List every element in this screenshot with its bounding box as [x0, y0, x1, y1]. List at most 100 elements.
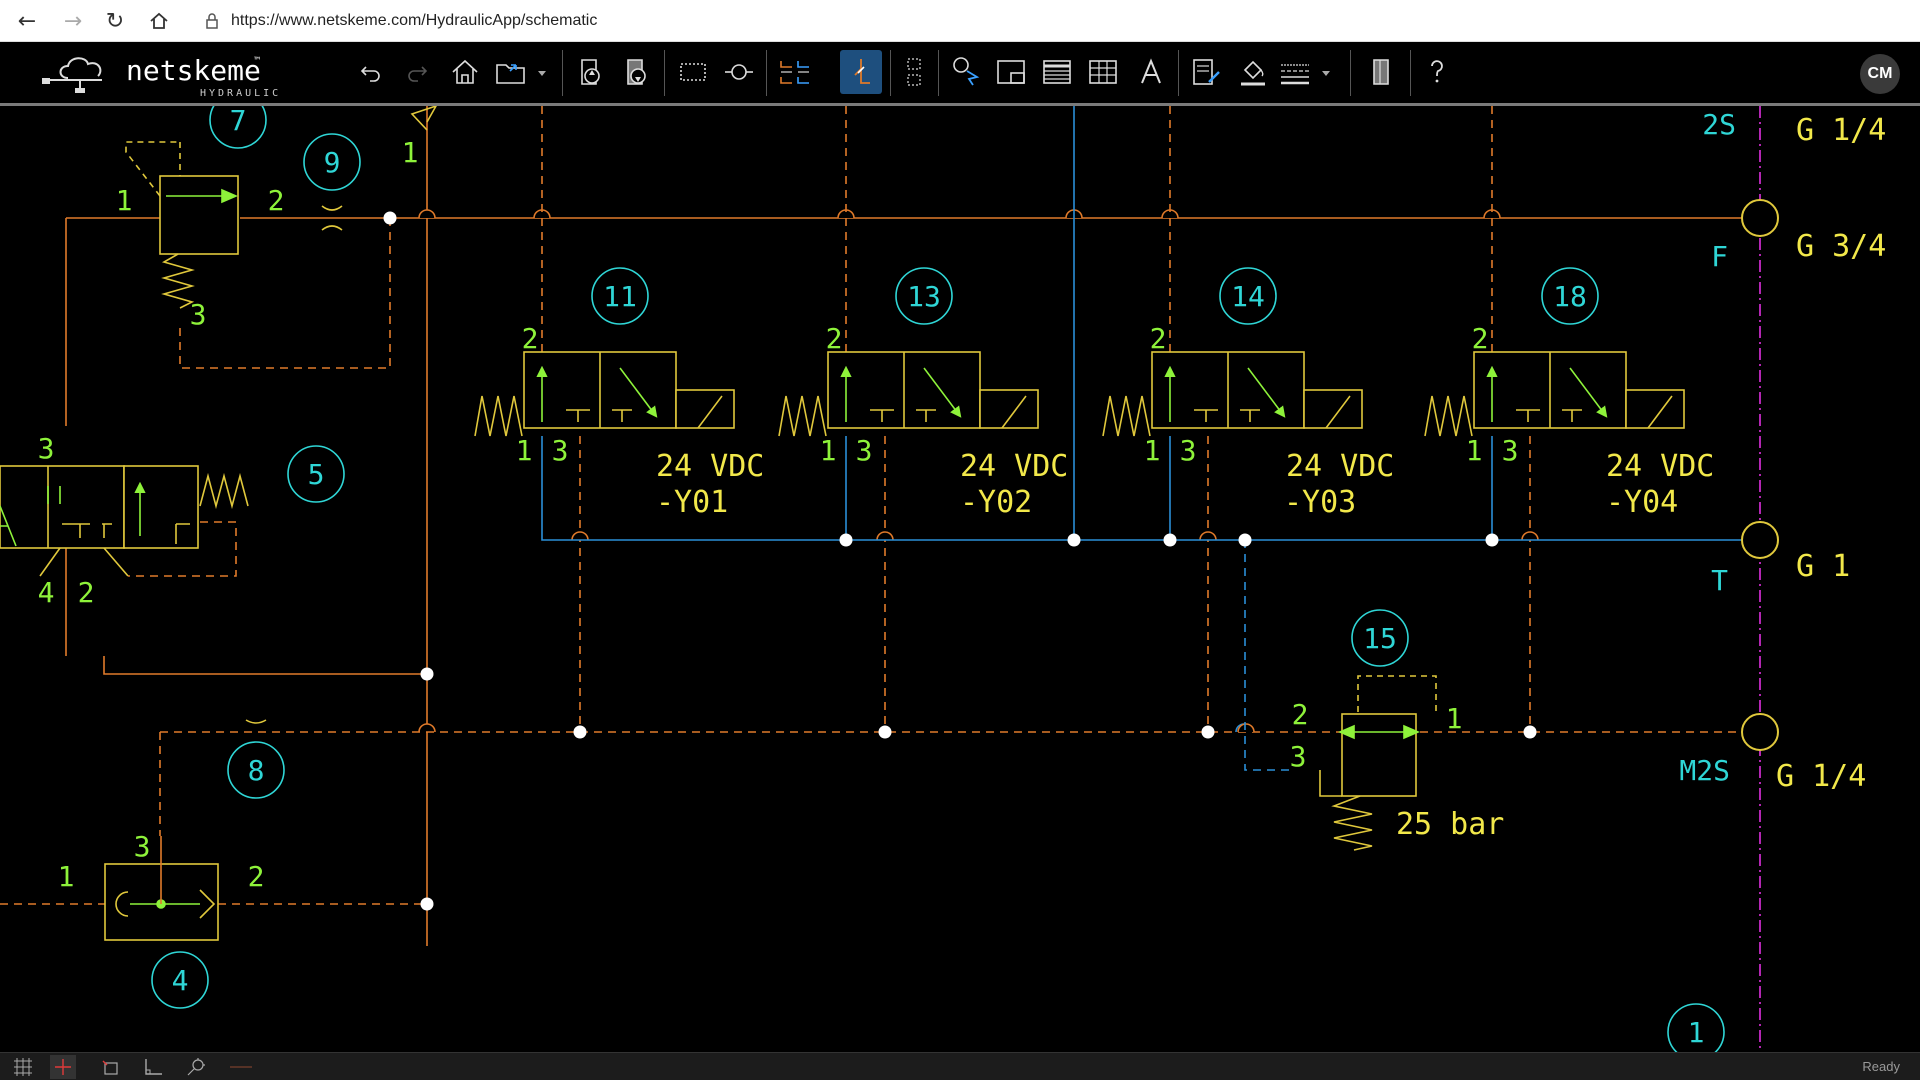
open-file-dropdown[interactable] [492, 50, 552, 94]
port-number: 3 [190, 298, 207, 331]
line-label-ls: 2S [1702, 108, 1736, 141]
fill-color-button[interactable] [1232, 50, 1274, 94]
solenoid-valve-18[interactable] [1424, 351, 1685, 437]
group-button[interactable] [894, 50, 936, 94]
port-number: 3 [134, 830, 151, 863]
solenoid-tag-icon [953, 57, 980, 86]
toolbar-separator [890, 50, 891, 96]
line-label-m2s: M2S [1679, 754, 1730, 787]
redo-button[interactable] [396, 50, 438, 94]
shuttle-valve-4[interactable] [104, 836, 219, 941]
draw-line-button[interactable] [840, 50, 882, 94]
port-number: 1 [116, 184, 133, 217]
schematic-canvas[interactable]: 7 9 5 8 4 11 13 14 18 15 1 1 1 2 3 3 4 2… [0, 91, 1920, 1080]
voltage-label-y03: 24 VDC [1286, 449, 1394, 484]
insert-frame-button[interactable] [990, 50, 1032, 94]
port-number: 4 [38, 576, 55, 609]
line-weight-toggle-button[interactable] [228, 1055, 254, 1079]
orifice-8[interactable] [245, 719, 267, 724]
schematic-drawing[interactable]: 7 9 5 8 4 11 13 14 18 15 1 1 1 2 3 3 4 2… [0, 91, 1920, 1080]
help-button[interactable] [1416, 50, 1458, 94]
text-a-icon [1141, 58, 1161, 84]
ortho-toggle-button[interactable] [140, 1055, 166, 1079]
valve-7[interactable] [125, 141, 239, 309]
undo-icon [360, 66, 380, 82]
line-label-f: F [1711, 240, 1728, 273]
port-size-labels: G 1/4 G 3/4 G 1 G 1/4 [1776, 113, 1886, 794]
line-type-icon [1281, 64, 1330, 85]
tag-8[interactable]: 8 [248, 754, 265, 787]
parts-list-button[interactable] [1036, 50, 1078, 94]
grid-toggle-button[interactable] [10, 1055, 36, 1079]
forward-icon[interactable]: → [58, 6, 88, 36]
select-area-button[interactable] [672, 50, 714, 94]
parts-list-icon [1043, 60, 1071, 84]
tag-18[interactable]: 18 [1553, 280, 1587, 313]
insert-port-button[interactable] [718, 50, 760, 94]
tracking-toggle-button[interactable] [184, 1055, 210, 1079]
valve-5[interactable] [0, 465, 249, 577]
tag-1[interactable]: 1 [1688, 1016, 1705, 1049]
text-tool-button[interactable] [1130, 50, 1172, 94]
snap-crosshair-icon [55, 1059, 71, 1075]
tag-9[interactable]: 9 [324, 146, 341, 179]
voltage-label-y02: 24 VDC [960, 449, 1068, 484]
port-number: 3 [38, 432, 55, 465]
port-number: 3 [552, 434, 569, 467]
home-icon[interactable] [144, 6, 174, 36]
port-number: 3 [856, 434, 873, 467]
coil-label-y02: -Y02 [960, 485, 1032, 520]
port-number: 1 [1144, 434, 1161, 467]
brand-name: netskeme [126, 54, 261, 87]
tag-15[interactable]: 15 [1363, 622, 1397, 655]
tag-4[interactable]: 4 [172, 964, 189, 997]
manifold-button[interactable] [1360, 50, 1402, 94]
coil-label-y04: -Y04 [1606, 485, 1678, 520]
paint-bucket-icon [1241, 60, 1265, 86]
reload-icon[interactable]: ↻ [100, 6, 130, 36]
object-snap-button[interactable] [98, 1055, 124, 1079]
tag-labels: 7 9 5 8 4 11 13 14 18 15 1 [172, 104, 1705, 1049]
help-question-icon [1431, 60, 1443, 83]
back-icon[interactable]: ← [12, 6, 42, 36]
pressure-lines [65, 106, 1760, 946]
tag-14[interactable]: 14 [1231, 280, 1265, 313]
port-size-m2s: G 1/4 [1776, 759, 1866, 794]
user-avatar[interactable]: CM [1860, 54, 1900, 94]
port-f[interactable] [1741, 199, 1779, 237]
status-text: Ready [1862, 1059, 1900, 1074]
toolbar-separator [664, 50, 665, 96]
object-snap-icon [102, 1060, 118, 1075]
insert-solenoid-button[interactable] [944, 50, 986, 94]
coil-labels: 24 VDC -Y01 24 VDC -Y02 24 VDC -Y03 24 V… [656, 449, 1714, 842]
url-text: https://www.netskeme.com/HydraulicApp/sc… [231, 12, 598, 29]
solenoid-valve-13[interactable] [778, 351, 1039, 437]
edit-properties-button[interactable] [1186, 50, 1228, 94]
port-number: 2 [248, 860, 265, 893]
browser-bar: ← → ↻ https://www.netskeme.com/Hydraulic… [0, 0, 1920, 42]
voltage-label-y01: 24 VDC [656, 449, 764, 484]
snap-toggle-button[interactable] [50, 1055, 76, 1079]
logo-mark-icon [42, 57, 102, 93]
tag-11[interactable]: 11 [603, 280, 637, 313]
solenoid-valve-14[interactable] [1102, 351, 1363, 437]
toolbar-separator [1410, 50, 1411, 96]
home-view-button[interactable] [444, 50, 486, 94]
port-m2s[interactable] [1741, 713, 1779, 751]
tag-13[interactable]: 13 [907, 280, 941, 313]
solenoid-valve-11[interactable] [474, 351, 735, 437]
line-style-button[interactable] [774, 50, 816, 94]
insert-pump-button[interactable] [570, 50, 612, 94]
line-type-dropdown[interactable] [1276, 50, 1336, 94]
tag-5[interactable]: 5 [308, 458, 325, 491]
folder-icon [496, 64, 546, 84]
port-t[interactable] [1741, 521, 1779, 559]
undo-button[interactable] [350, 50, 392, 94]
toolbar-separator [938, 50, 939, 96]
insert-motor-button[interactable] [616, 50, 658, 94]
group-select-icon [907, 58, 921, 86]
address-bar[interactable]: https://www.netskeme.com/HydraulicApp/sc… [195, 4, 1915, 38]
tag-7[interactable]: 7 [230, 104, 247, 137]
table-button[interactable] [1082, 50, 1124, 94]
toolbar-separator [1178, 50, 1179, 96]
